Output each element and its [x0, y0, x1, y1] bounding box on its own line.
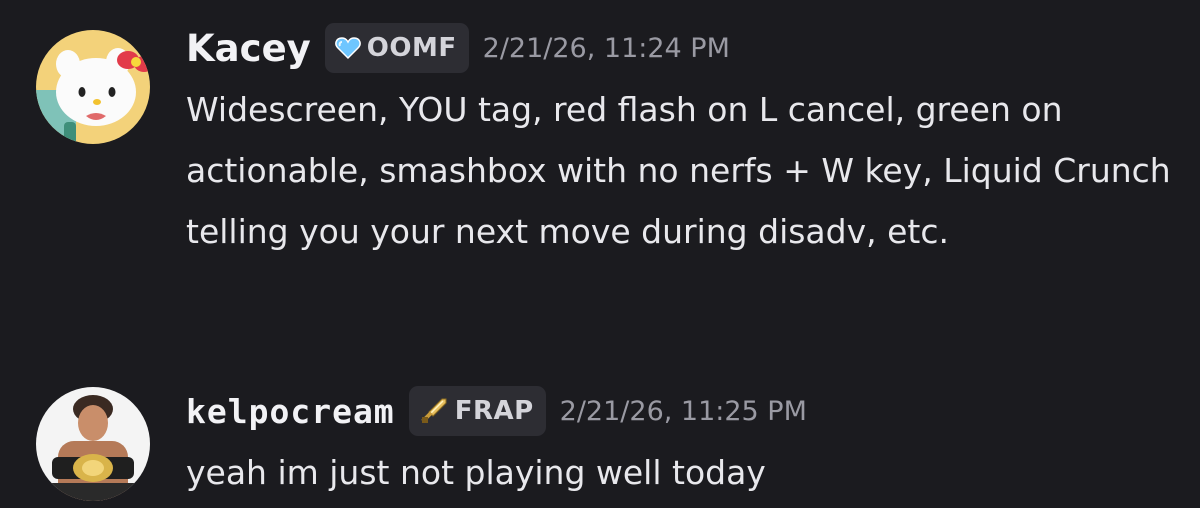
timestamp[interactable]: 2/21/26, 11:25 PM	[560, 396, 807, 427]
sword-icon	[419, 396, 449, 426]
timestamp[interactable]: 2/21/26, 11:24 PM	[483, 33, 730, 64]
guild-tag[interactable]: FRAP	[408, 386, 546, 436]
username[interactable]: kelpocream	[186, 392, 395, 431]
message-header: Kacey OOMF 2/21/26, 11:24 PM	[186, 22, 730, 74]
guild-tag-label: FRAP	[454, 396, 534, 426]
message-content: yeah im just not playing well today	[186, 453, 766, 492]
heart-icon	[334, 36, 361, 60]
guild-tag[interactable]: OOMF	[324, 23, 469, 73]
username[interactable]: Kacey	[186, 27, 311, 70]
guild-tag-label: OOMF	[366, 33, 457, 63]
message-content: Widescreen, YOU tag, red flash on L canc…	[186, 90, 1171, 251]
message-header: kelpocream FRAP 2/21/26, 11:25 PM	[186, 385, 807, 437]
chat-message: Kacey OOMF 2/21/26, 11:24 PM Widescreen,…	[0, 0, 1200, 330]
avatar[interactable]	[36, 30, 150, 144]
chat-message: kelpocream FRAP 2/21/26, 11:25 PM yeah i…	[0, 370, 1200, 508]
avatar[interactable]	[36, 387, 150, 501]
